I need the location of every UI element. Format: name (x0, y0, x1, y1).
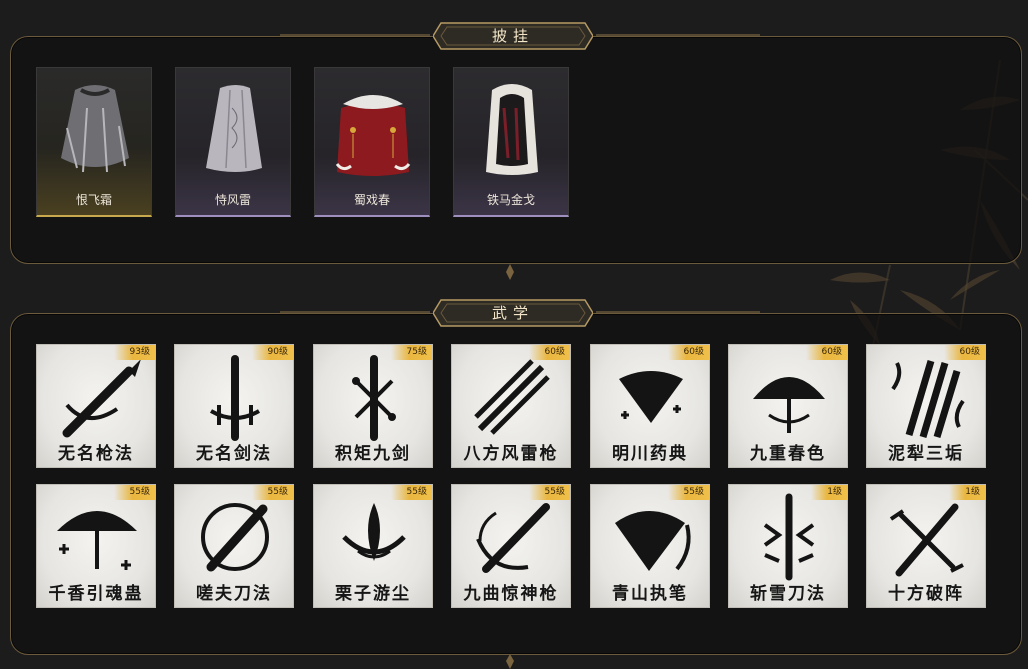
cloak-name: 铁马金戈 (486, 193, 535, 207)
fan-icon (619, 371, 683, 423)
fan-icon (615, 511, 691, 571)
blade-icon (763, 493, 815, 581)
skill-name: 泥犁三垢 (888, 444, 964, 464)
cloak-name: 蜀戏春 (353, 193, 390, 207)
spear-icon (474, 359, 550, 435)
cloak-section-ribbon: 披挂 (432, 19, 594, 53)
skill-card-bafang-fengleiqiang[interactable]: 60级 八方风雷枪 (451, 344, 571, 468)
skill-card-lizi-youchen[interactable]: 55级 栗子游尘 (313, 484, 433, 608)
level-badge: 60级 (805, 345, 847, 360)
skill-name: 嗟夫刀法 (196, 584, 272, 604)
cloak-name: 恃风雷 (214, 193, 251, 207)
skill-card-qianxiang-yinhungu[interactable]: 55级 千香引魂蛊 (36, 484, 156, 608)
sword-icon (352, 355, 396, 441)
level-badge: 55级 (528, 485, 570, 500)
cloak-card-tiemajinge[interactable]: 铁马金戈 (453, 67, 569, 217)
skill-name: 八方风雷枪 (463, 444, 559, 464)
level-badge: 55级 (251, 485, 293, 500)
skill-card-qingshan-zhibi[interactable]: 55级 青山执笔 (590, 484, 710, 608)
skill-card-zhanxue-daofa[interactable]: 1级 斩雪刀法 (728, 484, 848, 608)
skill-name: 积矩九剑 (335, 444, 411, 464)
skill-card-mingchuan-yaodian[interactable]: 60级 明川药典 (590, 344, 710, 468)
level-badge: 93级 (113, 345, 155, 360)
level-badge: 60级 (943, 345, 985, 360)
skill-name: 十方破阵 (888, 584, 964, 604)
umbrella-icon (57, 511, 137, 570)
skill-card-jiuqu-jingshenqiang[interactable]: 55级 九曲惊神枪 (451, 484, 571, 608)
skill-card-wuming-jianfa[interactable]: 90级 无名剑法 (174, 344, 294, 468)
skill-name: 九曲惊神枪 (463, 584, 559, 604)
level-badge: 60级 (667, 345, 709, 360)
skill-card-shifang-pozhen[interactable]: 1级 十方破阵 (866, 484, 986, 608)
level-badge: 60级 (528, 345, 570, 360)
spear-icon (476, 503, 550, 573)
lotus-icon (342, 503, 406, 561)
level-badge: 55级 (390, 485, 432, 500)
level-badge: 90级 (251, 345, 293, 360)
cloak-name: 恨飞霜 (75, 193, 112, 207)
skill-name: 青山执笔 (612, 584, 688, 604)
level-badge: 55级 (113, 485, 155, 500)
skill-card-nili-sangou[interactable]: 60级 泥犁三垢 (866, 344, 986, 468)
level-badge: 1级 (949, 485, 985, 500)
skill-card-jiefu-daofa[interactable]: 55级 嗟夫刀法 (174, 484, 294, 608)
skill-name: 栗子游尘 (335, 584, 411, 604)
cloak-card-shifenglei[interactable]: 恃风雷 (175, 67, 291, 217)
sword-icon (209, 355, 261, 441)
level-badge: 75级 (390, 345, 432, 360)
cloak-card-henfeishuang[interactable]: 恨飞霜 (36, 67, 152, 217)
skill-name: 无名枪法 (58, 444, 134, 464)
spear-icon (62, 359, 141, 438)
crossed-blades-icon (889, 503, 964, 577)
level-badge: 1级 (811, 485, 847, 500)
martial-arts-section-title: 武学 (491, 304, 534, 322)
skill-name: 斩雪刀法 (750, 584, 826, 604)
skill-name: 明川药典 (612, 444, 688, 464)
skill-name: 无名剑法 (196, 444, 272, 464)
umbrella-icon (753, 377, 825, 433)
level-badge: 55级 (667, 485, 709, 500)
skill-name: 九重春色 (750, 444, 826, 464)
skill-card-jiuchong-chunse[interactable]: 60级 九重春色 (728, 344, 848, 468)
skill-card-jiju-jiujian[interactable]: 75级 积矩九剑 (313, 344, 433, 468)
martial-arts-section-ribbon: 武学 (432, 296, 594, 330)
cloak-section-title: 披挂 (491, 27, 534, 45)
cloak-card-shuxichun[interactable]: 蜀戏春 (314, 67, 430, 217)
skill-card-wuming-qiangfa[interactable]: 93级 无名枪法 (36, 344, 156, 468)
blade-icon (201, 503, 269, 572)
skill-name: 千香引魂蛊 (48, 584, 144, 604)
blades-icon (891, 360, 965, 439)
